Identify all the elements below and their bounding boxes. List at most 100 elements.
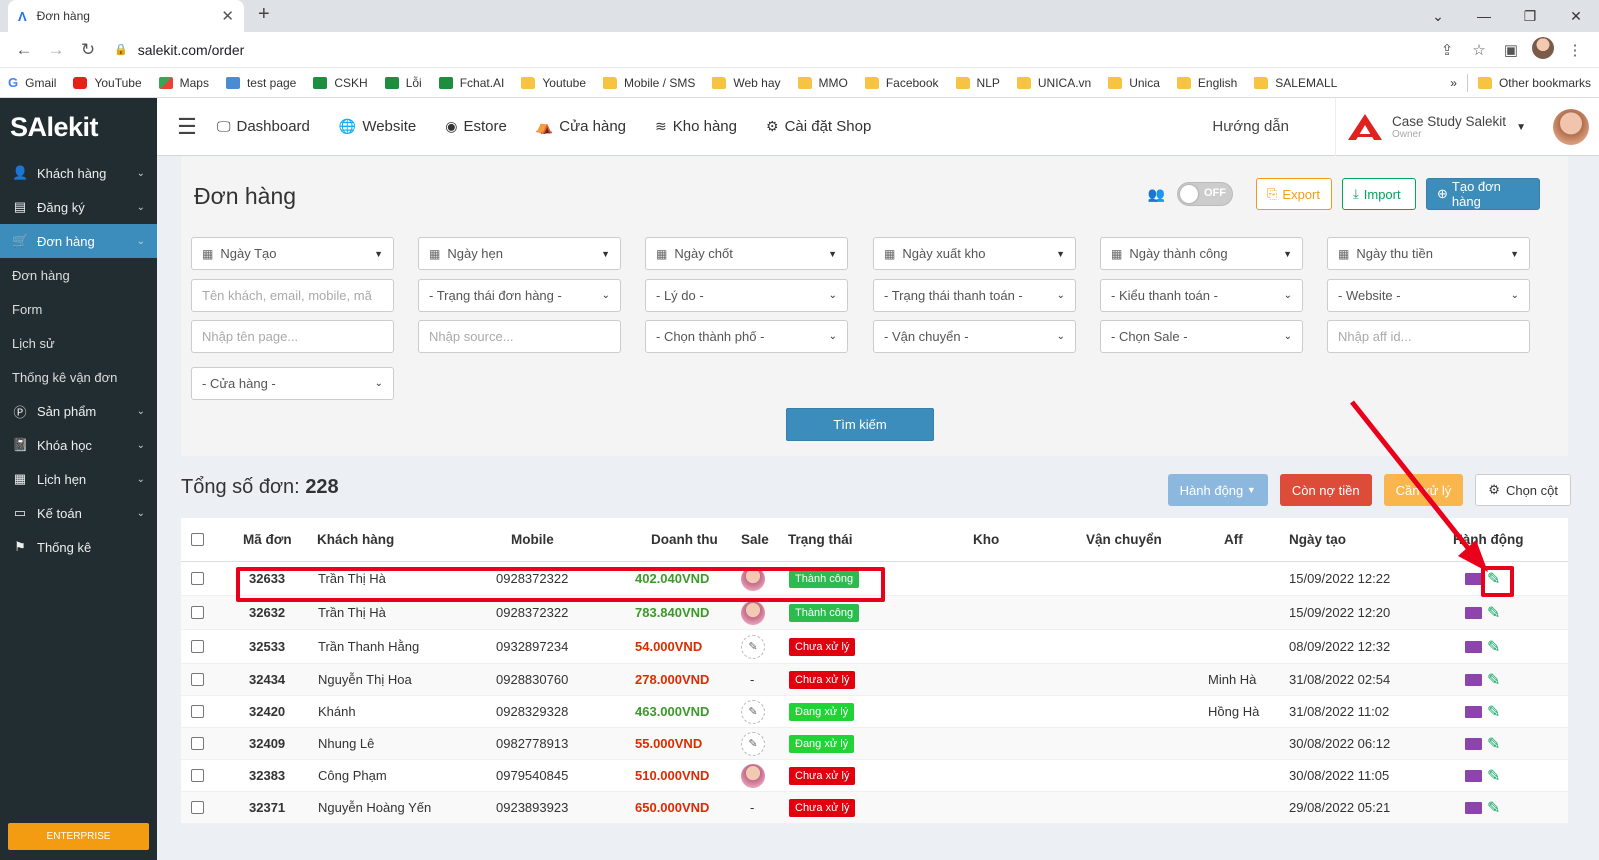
sidebar-item-khóa-học[interactable]: 📓 Khóa học ⌄ <box>0 428 157 462</box>
star-icon[interactable]: ☆ <box>1463 41 1495 59</box>
edit-icon[interactable]: ✎ <box>1487 603 1500 623</box>
select2-filter-2[interactable]: - Chọn Sale - ⌄ <box>1100 320 1303 353</box>
select2-filter-0[interactable]: - Chọn thành phố - ⌄ <box>645 320 848 353</box>
bookmark-1[interactable]: YouTube <box>73 76 142 90</box>
bookmark-11[interactable]: Facebook <box>864 76 939 90</box>
row-checkbox[interactable] <box>191 705 204 718</box>
bookmark-0[interactable]: G Gmail <box>8 75 56 90</box>
reload-icon[interactable]: ↻ <box>72 40 104 60</box>
sidebar-subitem[interactable]: Đơn hàng <box>0 258 157 292</box>
create-order-button[interactable]: ⊕ Tạo đơn hàng <box>1426 178 1540 210</box>
select-filter-0[interactable]: - Trạng thái đơn hàng - ⌄ <box>418 279 621 312</box>
mail-icon[interactable] <box>1465 705 1482 718</box>
enterprise-badge[interactable]: ENTERPRISE <box>8 823 149 850</box>
date-filter-1[interactable]: ▦ Ngày hẹn ▼ <box>418 237 621 270</box>
bookmark-14[interactable]: Unica <box>1108 76 1160 90</box>
debt-filter-button[interactable]: Còn nợ tiền <box>1279 474 1372 506</box>
hamburger-menu-icon[interactable]: ☰ <box>157 114 217 140</box>
date-filter-0[interactable]: ▦ Ngày Tạo ▼ <box>191 237 394 270</box>
date-filter-3[interactable]: ▦ Ngày xuất kho ▼ <box>873 237 1076 270</box>
mail-icon[interactable] <box>1465 673 1482 686</box>
store-select[interactable]: - Cửa hàng - ⌄ <box>191 367 394 400</box>
date-filter-2[interactable]: ▦ Ngày chốt ▼ <box>645 237 848 270</box>
sidebar-item-đăng-ký[interactable]: ▤ Đăng ký ⌄ <box>0 190 157 224</box>
side-panel-icon[interactable]: ▣ <box>1495 41 1527 59</box>
order-id[interactable]: 32434 <box>249 664 285 695</box>
bookmark-12[interactable]: NLP <box>955 76 1000 90</box>
users-icon[interactable]: 👥 <box>1148 186 1165 203</box>
row-checkbox[interactable] <box>191 673 204 686</box>
bookmark-15[interactable]: English <box>1176 76 1237 90</box>
sidebar-item-đơn-hàng[interactable]: 🛒 Đơn hàng ⌄ <box>0 224 157 258</box>
forward-icon[interactable]: → <box>40 40 72 60</box>
bookmark-8[interactable]: Mobile / SMS <box>603 76 695 90</box>
bookmark-4[interactable]: CSKH <box>313 76 368 90</box>
select-all-checkbox[interactable] <box>191 533 204 546</box>
sidebar-item-khách-hàng[interactable]: 👤 Khách hàng ⌄ <box>0 156 157 190</box>
bookmark-7[interactable]: Youtube <box>521 76 586 90</box>
sidebar-subitem[interactable]: Lịch sử <box>0 326 157 360</box>
bulk-action-dropdown[interactable]: Hành động ▼ <box>1167 474 1268 506</box>
customer-name[interactable]: Công Phạm <box>318 760 387 791</box>
close-tab-icon[interactable]: ✕ <box>221 7 234 25</box>
edit-icon[interactable]: ✎ <box>1487 702 1500 722</box>
aff-input[interactable]: Nhập aff id... <box>1327 320 1530 353</box>
sidebar-subitem[interactable]: Thống kê vận đơn <box>0 360 157 394</box>
edit-icon[interactable]: ✎ <box>1487 734 1500 754</box>
search-input[interactable]: Tên khách, email, mobile, mã <box>191 279 394 312</box>
page-input[interactable]: Nhập tên page... <box>191 320 394 353</box>
mail-icon[interactable] <box>1465 801 1482 814</box>
address-bar[interactable]: 🔒 salekit.com/order <box>114 42 1431 58</box>
nav-estore[interactable]: ◉ Estore <box>445 118 507 135</box>
row-checkbox[interactable] <box>191 801 204 814</box>
sidebar-item-sản-phẩm[interactable]: Ⓟ Sản phẩm ⌄ <box>0 394 157 428</box>
order-id[interactable]: 32533 <box>249 630 285 663</box>
select-filter-3[interactable]: - Kiểu thanh toán - ⌄ <box>1100 279 1303 312</box>
other-bookmarks[interactable]: Other bookmarks <box>1477 76 1591 90</box>
nav-dashboard[interactable]: 🖵 Dashboard <box>217 118 310 135</box>
menu-icon[interactable]: ⋮ <box>1559 41 1591 59</box>
sidebar-item-kế-toán[interactable]: ▭ Kế toán ⌄ <box>0 496 157 530</box>
bookmark-9[interactable]: Web hay <box>712 76 781 90</box>
edit-icon[interactable]: ✎ <box>1487 798 1500 818</box>
row-checkbox[interactable] <box>191 737 204 750</box>
row-checkbox[interactable] <box>191 606 204 619</box>
back-icon[interactable]: ← <box>8 40 40 60</box>
export-button[interactable]: ⎘ Export <box>1256 178 1332 210</box>
close-window-icon[interactable]: ✕ <box>1553 8 1599 25</box>
customer-name[interactable]: Nguyễn Thị Hoa <box>318 664 412 695</box>
edit-icon[interactable]: ✎ <box>1487 766 1500 786</box>
minimize-icon[interactable]: — <box>1461 8 1507 24</box>
toggle-switch[interactable]: OFF <box>1177 182 1233 206</box>
mail-icon[interactable] <box>1465 640 1482 653</box>
bookmark-3[interactable]: test page <box>225 76 296 90</box>
customer-name[interactable]: Nguyễn Hoàng Yến <box>318 792 431 823</box>
row-checkbox[interactable] <box>191 769 204 782</box>
bookmark-5[interactable]: Lỗi <box>384 76 422 90</box>
select-filter-1[interactable]: - Lý do - ⌄ <box>645 279 848 312</box>
row-checkbox[interactable] <box>191 572 204 585</box>
edit-icon[interactable]: ✎ <box>1487 670 1500 690</box>
edit-icon[interactable]: ✎ <box>1487 637 1500 657</box>
row-checkbox[interactable] <box>191 640 204 653</box>
user-avatar[interactable] <box>1553 109 1589 145</box>
search-button[interactable]: Tìm kiếm <box>786 408 934 441</box>
nav-cài-đặt-shop[interactable]: ⚙ Cài đặt Shop <box>766 118 871 135</box>
order-id[interactable]: 32371 <box>249 792 285 823</box>
profile-avatar[interactable] <box>1527 36 1559 63</box>
order-id[interactable]: 32409 <box>249 728 285 759</box>
customer-name[interactable]: Trần Thanh Hằng <box>318 630 419 663</box>
order-id[interactable]: 32420 <box>249 696 285 727</box>
bookmark-10[interactable]: MMO <box>797 76 848 90</box>
date-filter-5[interactable]: ▦ Ngày thu tiền ▼ <box>1327 237 1530 270</box>
nav-kho-hàng[interactable]: ≋ Kho hàng <box>655 118 737 135</box>
order-id[interactable]: 32383 <box>249 760 285 791</box>
sidebar-item-thống-kê[interactable]: ⚑ Thống kê <box>0 530 157 564</box>
account-menu[interactable]: Case Study Salekit Owner ▼ <box>1335 98 1599 156</box>
sidebar-subitem[interactable]: Form <box>0 292 157 326</box>
share-icon[interactable]: ⇪ <box>1431 41 1463 59</box>
bookmark-13[interactable]: UNICA.vn <box>1016 76 1091 90</box>
mail-icon[interactable] <box>1465 606 1482 619</box>
select-filter-2[interactable]: - Trạng thái thanh toán - ⌄ <box>873 279 1076 312</box>
tab-search-icon[interactable]: ⌄ <box>1415 8 1461 25</box>
